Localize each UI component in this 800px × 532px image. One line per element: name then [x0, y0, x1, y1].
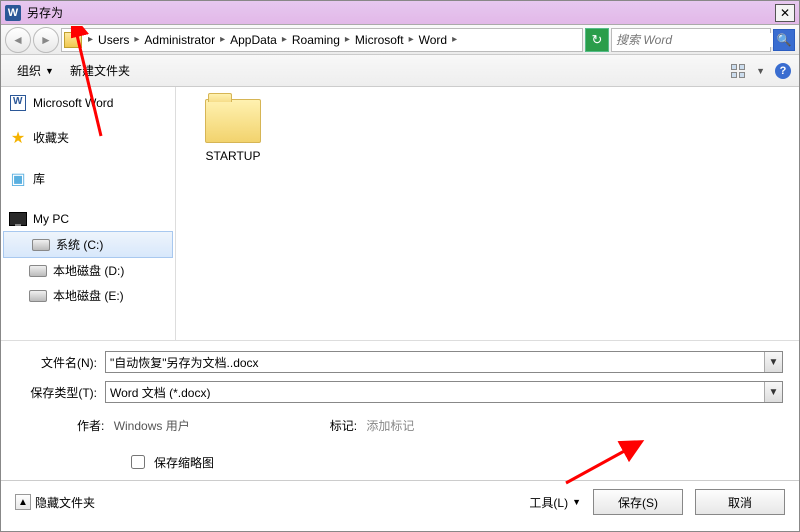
organize-button[interactable]: 组织 ▼ — [9, 60, 62, 81]
sidebar-item-drive-d[interactable]: 本地磁盘 (D:) — [1, 258, 175, 283]
filetype-label: 保存类型(T): — [17, 384, 97, 401]
folder-icon — [205, 99, 261, 143]
folder-icon — [64, 32, 82, 48]
search-box[interactable] — [611, 28, 771, 52]
author-field[interactable]: 作者: Windows 用户 — [77, 417, 190, 434]
tag-placeholder: 添加标记 — [366, 419, 414, 433]
thumbnail-row: 保存缩略图 — [17, 434, 783, 476]
filename-combo[interactable]: ▼ — [105, 351, 783, 373]
sidebar-label: 系统 (C:) — [56, 236, 103, 253]
sidebar-label: 本地磁盘 (D:) — [53, 262, 124, 279]
metadata-row: 作者: Windows 用户 标记: 添加标记 — [17, 411, 783, 434]
filetype-row: 保存类型(T): ▼ — [17, 381, 783, 403]
breadcrumb-seg[interactable]: Users — [95, 33, 132, 47]
sidebar: Microsoft Word ★ 收藏夹 ▣ 库 My PC 系统 (C:) — [1, 87, 176, 340]
thumbnail-text: 保存缩略图 — [154, 454, 214, 471]
cancel-button[interactable]: 取消 — [695, 489, 785, 515]
thumbnail-checkbox-label[interactable]: 保存缩略图 — [127, 452, 783, 472]
drive-icon — [32, 239, 50, 251]
filename-input[interactable] — [106, 355, 764, 369]
sidebar-label: 收藏夹 — [33, 129, 69, 146]
chevron-right-icon[interactable]: ▸ — [132, 34, 141, 45]
breadcrumb-seg[interactable]: Administrator — [141, 33, 218, 47]
filename-row: 文件名(N): ▼ — [17, 351, 783, 373]
word-doc-icon — [10, 95, 26, 111]
breadcrumb-seg[interactable]: Word — [416, 33, 450, 47]
dropdown-icon[interactable]: ▼ — [764, 382, 782, 402]
sidebar-item-favorites[interactable]: ★ 收藏夹 — [1, 125, 175, 150]
chevron-right-icon[interactable]: ▸ — [450, 34, 459, 45]
chevron-down-icon: ▼ — [45, 66, 54, 76]
search-button[interactable]: 🔍 — [773, 29, 795, 51]
breadcrumb[interactable]: ▸ Users ▸ Administrator ▸ AppData ▸ Roam… — [61, 28, 583, 52]
drive-icon — [29, 290, 47, 302]
fields-area: 文件名(N): ▼ 保存类型(T): ▼ 作者: Windows 用户 标记: … — [1, 340, 799, 480]
navbar: ◄ ► ▸ Users ▸ Administrator ▸ AppData ▸ … — [1, 25, 799, 55]
view-options-button[interactable] — [730, 63, 746, 79]
breadcrumb-seg[interactable]: Microsoft — [352, 33, 407, 47]
sidebar-item-drive-e[interactable]: 本地磁盘 (E:) — [1, 283, 175, 308]
chevron-right-icon[interactable]: ▸ — [218, 34, 227, 45]
chevron-down-icon: ▼ — [572, 497, 581, 507]
hide-folders-toggle[interactable]: ▲ 隐藏文件夹 — [15, 494, 95, 511]
library-icon: ▣ — [10, 169, 25, 189]
filetype-input[interactable] — [106, 385, 764, 399]
sidebar-item-mypc[interactable]: My PC — [1, 207, 175, 231]
organize-label: 组织 — [17, 62, 41, 79]
chevron-right-icon[interactable]: ▸ — [86, 34, 95, 45]
sidebar-label: My PC — [33, 212, 69, 226]
breadcrumb-seg[interactable]: Roaming — [289, 33, 343, 47]
author-value: Windows 用户 — [114, 419, 190, 433]
chevron-right-icon[interactable]: ▸ — [343, 34, 352, 45]
author-label: 作者: — [77, 419, 104, 433]
drive-icon — [29, 265, 47, 277]
folder-name: STARTUP — [206, 149, 261, 163]
computer-icon — [9, 212, 27, 226]
forward-button[interactable]: ► — [33, 27, 59, 53]
breadcrumb-seg[interactable]: AppData — [227, 33, 280, 47]
save-as-dialog: W 另存为 ✕ ◄ ► ▸ Users ▸ Administrator ▸ Ap… — [0, 0, 800, 532]
tools-label: 工具(L) — [529, 494, 568, 511]
chevron-right-icon[interactable]: ▸ — [407, 34, 416, 45]
chevron-right-icon[interactable]: ▸ — [280, 34, 289, 45]
tag-label: 标记: — [330, 419, 357, 433]
filename-label: 文件名(N): — [17, 354, 97, 371]
footer: ▲ 隐藏文件夹 工具(L) ▼ 保存(S) 取消 — [1, 480, 799, 523]
folder-item[interactable]: STARTUP — [188, 99, 278, 163]
tag-field[interactable]: 标记: 添加标记 — [330, 417, 415, 434]
window-title: 另存为 — [27, 4, 63, 21]
sidebar-label: 本地磁盘 (E:) — [53, 287, 124, 304]
sidebar-label: 库 — [33, 170, 45, 187]
sidebar-item-drive-c[interactable]: 系统 (C:) — [3, 231, 173, 258]
refresh-button[interactable]: ↻ — [585, 28, 609, 52]
save-button[interactable]: 保存(S) — [593, 489, 683, 515]
tools-dropdown[interactable]: 工具(L) ▼ — [529, 494, 581, 511]
new-folder-label: 新建文件夹 — [70, 62, 130, 79]
chevron-down-icon[interactable]: ▼ — [756, 66, 765, 76]
close-button[interactable]: ✕ — [775, 4, 795, 22]
toolbar: 组织 ▼ 新建文件夹 ▼ ? — [1, 55, 799, 87]
filetype-combo[interactable]: ▼ — [105, 381, 783, 403]
search-input[interactable] — [612, 33, 777, 47]
star-icon: ★ — [11, 128, 25, 148]
chevron-up-icon: ▲ — [15, 494, 31, 510]
hide-folders-label: 隐藏文件夹 — [35, 494, 95, 511]
dropdown-icon[interactable]: ▼ — [764, 352, 782, 372]
sidebar-item-word[interactable]: Microsoft Word — [1, 91, 175, 115]
file-list-area[interactable]: STARTUP — [176, 87, 799, 340]
back-button[interactable]: ◄ — [5, 27, 31, 53]
titlebar: W 另存为 ✕ — [1, 1, 799, 25]
thumbnail-checkbox[interactable] — [131, 455, 145, 469]
main-area: Microsoft Word ★ 收藏夹 ▣ 库 My PC 系统 (C:) — [1, 87, 799, 340]
word-app-icon: W — [5, 5, 21, 21]
sidebar-label: Microsoft Word — [33, 96, 113, 110]
new-folder-button[interactable]: 新建文件夹 — [62, 60, 138, 81]
sidebar-item-library[interactable]: ▣ 库 — [1, 166, 175, 191]
help-icon[interactable]: ? — [775, 63, 791, 79]
